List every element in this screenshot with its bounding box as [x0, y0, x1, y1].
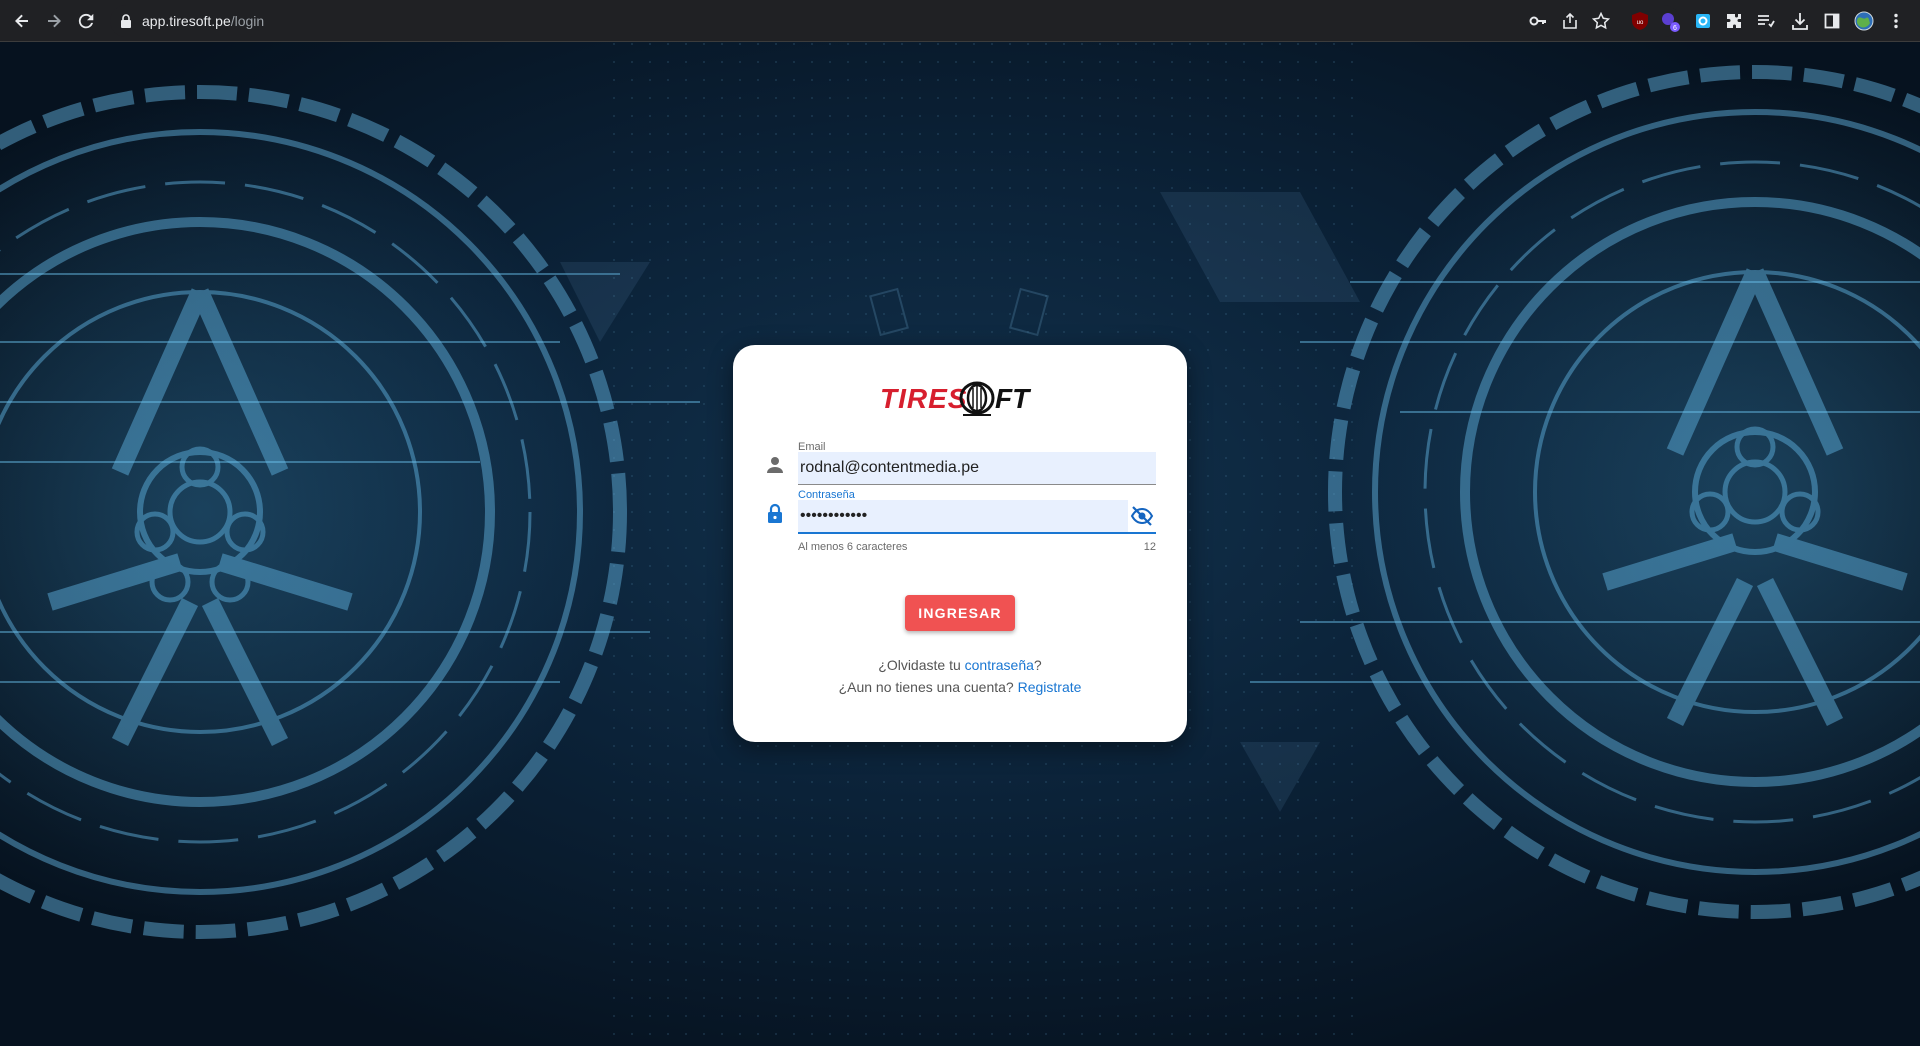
svg-text:FT: FT: [995, 383, 1032, 414]
password-underline: [798, 532, 1156, 534]
password-char-count: 12: [1143, 541, 1156, 553]
side-panel-icon[interactable]: [1821, 10, 1843, 32]
reload-icon[interactable]: [74, 9, 98, 33]
password-hint: Al menos 6 caracteres: [798, 541, 908, 553]
svg-text:uo: uo: [1637, 20, 1644, 26]
ublock-icon[interactable]: uo: [1629, 10, 1651, 32]
forgot-password-link[interactable]: contraseña: [965, 657, 1034, 673]
person-icon: [767, 457, 783, 473]
tiresoft-logo: TIRES FT: [880, 381, 1032, 416]
forward-icon[interactable]: [42, 9, 66, 33]
star-icon[interactable]: [1590, 10, 1612, 32]
lock-icon[interactable]: [120, 14, 132, 28]
register-line: ¿Aun no tienes una cuenta? Registrate: [838, 679, 1082, 695]
padlock-icon: [768, 503, 782, 523]
share-icon[interactable]: [1559, 10, 1581, 32]
url-text: app.tiresoft.pe/login: [142, 13, 265, 29]
key-icon[interactable]: [1527, 10, 1549, 32]
reading-list-icon[interactable]: [1755, 10, 1777, 32]
visibility-off-icon[interactable]: [1130, 504, 1154, 528]
browser-toolbar: app.tiresoft.pe/login uo 6: [0, 0, 1920, 42]
svg-text:TIRES: TIRES: [880, 383, 967, 414]
puzzle-icon[interactable]: [1723, 10, 1745, 32]
back-icon[interactable]: [10, 9, 34, 33]
extension-icon[interactable]: [1692, 10, 1714, 32]
login-submit-button[interactable]: INGRESAR: [905, 595, 1015, 631]
download-icon[interactable]: [1789, 10, 1811, 32]
email-field[interactable]: [798, 452, 1156, 484]
login-card: TIRES FT Email Contraseña Al menos 6 car…: [733, 345, 1187, 742]
profile-icon[interactable]: [1853, 10, 1875, 32]
email-underline: [798, 484, 1156, 485]
address-bar[interactable]: app.tiresoft.pe/login: [110, 5, 1680, 37]
forgot-password-line: ¿Olvidaste tu contraseña?: [878, 657, 1042, 673]
menu-icon[interactable]: [1885, 10, 1907, 32]
password-field[interactable]: [798, 500, 1128, 532]
svg-text:6: 6: [1673, 25, 1677, 32]
register-link[interactable]: Registrate: [1018, 679, 1082, 695]
extension-icon[interactable]: 6: [1659, 10, 1681, 32]
